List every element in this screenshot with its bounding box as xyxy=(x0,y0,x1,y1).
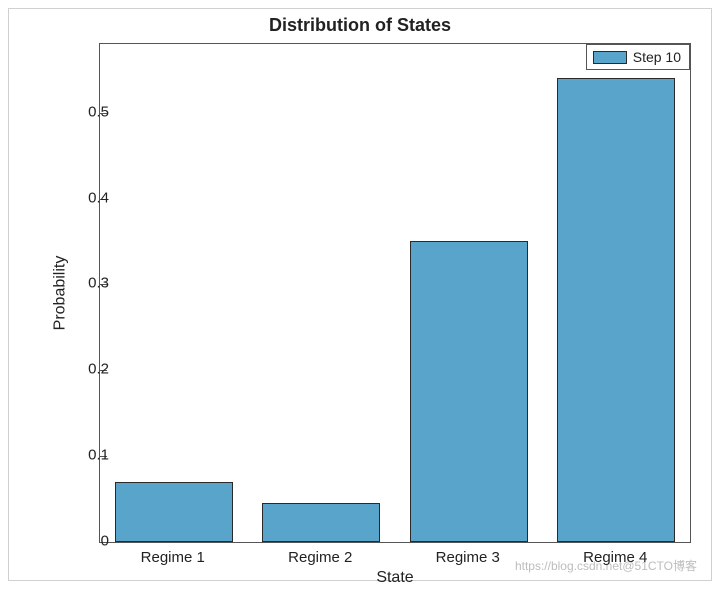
y-tick-label: 0.3 xyxy=(69,275,109,292)
y-tick-label: 0.2 xyxy=(69,361,109,378)
x-tick-label: Regime 2 xyxy=(288,549,352,566)
bar xyxy=(557,78,675,542)
plot-area: Step 10 xyxy=(99,43,691,543)
legend-swatch-icon xyxy=(593,51,627,64)
figure-frame: Distribution of States Step 10 Probabili… xyxy=(8,8,712,581)
chart-title: Distribution of States xyxy=(9,15,711,36)
y-tick-label: 0.5 xyxy=(69,103,109,120)
y-tick-label: 0.4 xyxy=(69,189,109,206)
x-tick-label: Regime 3 xyxy=(436,549,500,566)
bar xyxy=(262,503,380,542)
y-tick-label: 0 xyxy=(69,533,109,550)
legend-label: Step 10 xyxy=(633,49,681,65)
x-tick-label: Regime 1 xyxy=(141,549,205,566)
bar xyxy=(115,482,233,542)
x-tick-label: Regime 4 xyxy=(583,549,647,566)
y-axis-label: Probability xyxy=(51,256,69,331)
legend-box: Step 10 xyxy=(586,44,690,70)
bar xyxy=(410,241,528,542)
y-tick-label: 0.1 xyxy=(69,447,109,464)
